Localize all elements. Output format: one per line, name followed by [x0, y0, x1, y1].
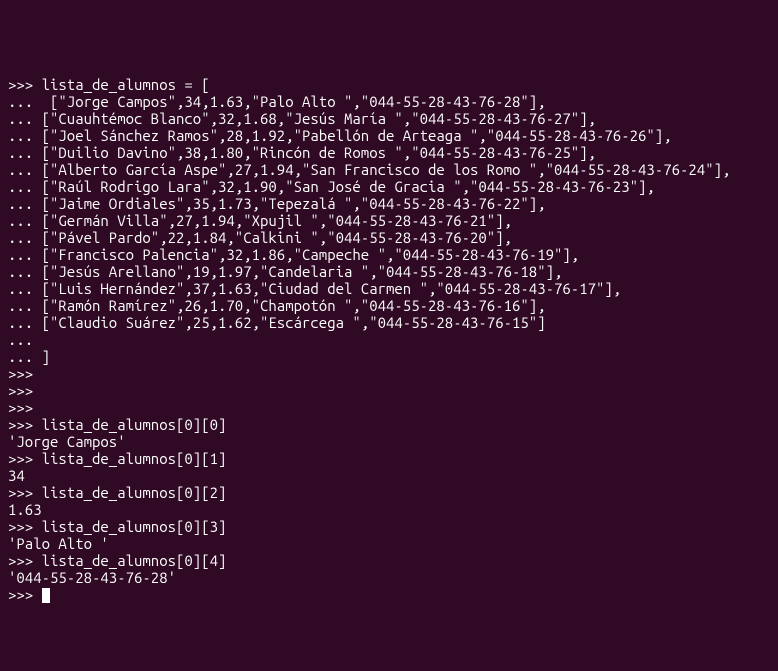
terminal-line: ... ["Claudio Suárez",25,1.62,"Escárcega… [8, 314, 770, 331]
terminal-line: >>> [8, 382, 770, 399]
terminal-line: ... ] [8, 348, 770, 365]
terminal-line: ... ["Jorge Campos",34,1.63,"Palo Alto "… [8, 93, 770, 110]
terminal-line: 1.63 [8, 501, 770, 518]
terminal-line: ... ["Germán Villa",27,1.94,"Xpujil ","0… [8, 212, 770, 229]
terminal-line: ... ["Duilio Davino",38,1.80,"Rincón de … [8, 144, 770, 161]
terminal-line: ... [8, 331, 770, 348]
terminal-line: ... ["Ramón Ramírez",26,1.70,"Champotón … [8, 297, 770, 314]
terminal-line: >>> lista_de_alumnos[0][2] [8, 484, 770, 501]
terminal-line: ... ["Jaime Ordiales",35,1.73,"Tepezalá … [8, 195, 770, 212]
terminal-line: ... ["Joel Sánchez Ramos",28,1.92,"Pabel… [8, 127, 770, 144]
terminal-line: ... ["Alberto García Aspe",27,1.94,"San … [8, 161, 770, 178]
terminal-line: >>> lista_de_alumnos[0][3] [8, 518, 770, 535]
prompt-text: >>> [8, 586, 42, 603]
terminal-line: ... ["Luis Hernández",37,1.63,"Ciudad de… [8, 280, 770, 297]
terminal-line: ... ["Pável Pardo",22,1.84,"Calkini ","0… [8, 229, 770, 246]
terminal-line: >>> lista_de_alumnos[0][4] [8, 552, 770, 569]
terminal-line: 'Palo Alto ' [8, 535, 770, 552]
terminal-line: ... ["Cuauhtémoc Blanco",32,1.68,"Jesús … [8, 110, 770, 127]
terminal-line: >>> [8, 399, 770, 416]
terminal-line: >>> lista_de_alumnos[0][0] [8, 416, 770, 433]
cursor [42, 588, 50, 603]
terminal-line: >>> lista_de_alumnos[0][1] [8, 450, 770, 467]
terminal-output: >>> lista_de_alumnos = [... ["Jorge Camp… [8, 76, 770, 586]
terminal-line: ... ["Jesús Arellano",19,1.97,"Candelari… [8, 263, 770, 280]
terminal-line: 34 [8, 467, 770, 484]
terminal-line: >>> [8, 365, 770, 382]
terminal-line: >>> lista_de_alumnos = [ [8, 76, 770, 93]
prompt-line[interactable]: >>> [8, 586, 50, 603]
terminal-line: ... ["Francisco Palencia",32,1.86,"Campe… [8, 246, 770, 263]
terminal-line: 'Jorge Campos' [8, 433, 770, 450]
terminal-line: '044-55-28-43-76-28' [8, 569, 770, 586]
terminal-line: ... ["Raúl Rodrigo Lara",32,1.90,"San Jo… [8, 178, 770, 195]
